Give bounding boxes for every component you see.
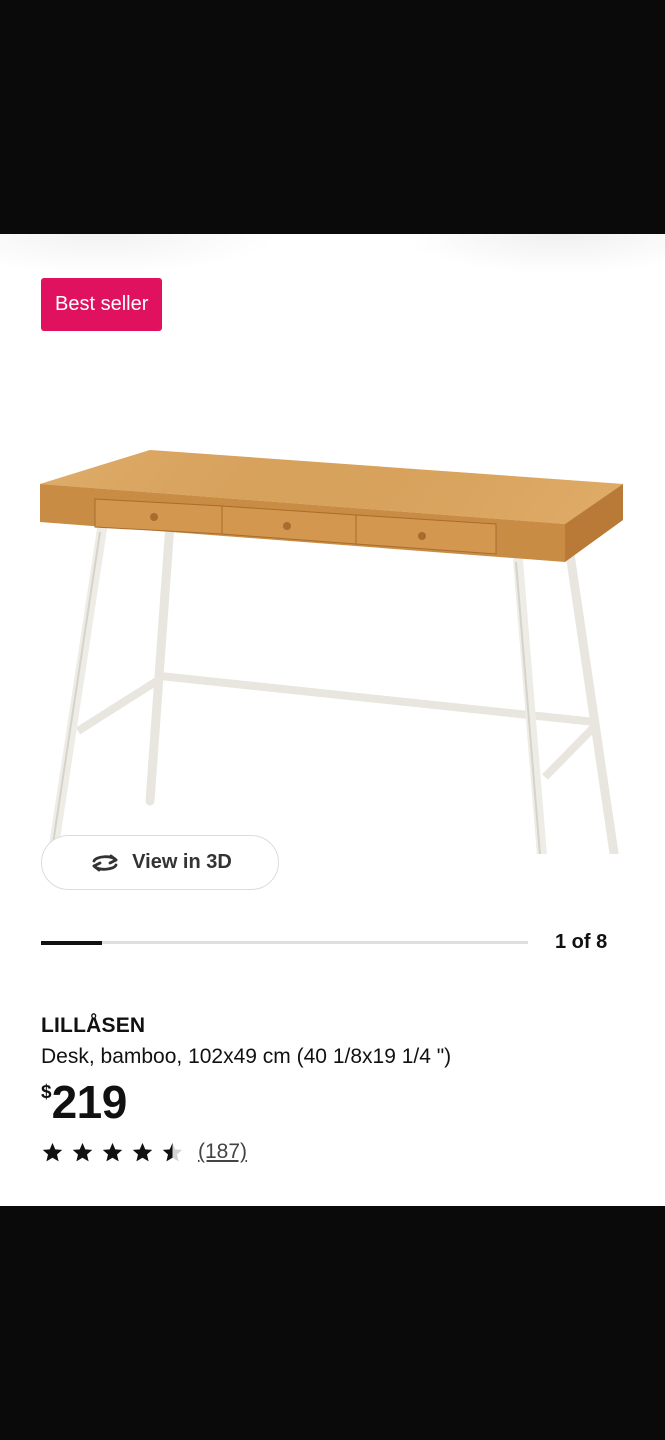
star-full-icon bbox=[132, 1142, 153, 1162]
star-half-icon bbox=[162, 1142, 183, 1162]
star-full-icon bbox=[42, 1142, 63, 1162]
bottom-backdrop bbox=[0, 1206, 665, 1440]
rotate-icon bbox=[92, 854, 118, 871]
gallery-page-indicator: 1 of 8 bbox=[555, 931, 608, 953]
review-count-link[interactable]: (187) bbox=[198, 1140, 247, 1164]
price-amount: 219 bbox=[51, 1076, 128, 1128]
view-in-3d-button[interactable]: View in 3D bbox=[41, 835, 279, 890]
product-price: $ 219 bbox=[41, 1076, 127, 1128]
product-rating[interactable]: (187) bbox=[41, 1140, 247, 1164]
star-full-icon bbox=[102, 1142, 123, 1162]
product-card: Best seller View in 3D 1 of 8 LILLÅSEN D… bbox=[0, 234, 665, 1206]
view-in-3d-label: View in 3D bbox=[132, 851, 232, 873]
gallery-progress-fill bbox=[41, 940, 102, 945]
product-description: Desk, bamboo, 102x49 cm (40 1/8x19 1/4 "… bbox=[41, 1045, 452, 1068]
product-image[interactable] bbox=[30, 334, 640, 854]
star-rating bbox=[41, 1141, 184, 1163]
top-backdrop bbox=[0, 0, 665, 234]
price-currency: $ bbox=[41, 1082, 52, 1103]
star-full-icon bbox=[72, 1142, 93, 1162]
gallery-progress bbox=[41, 940, 528, 945]
product-name: LILLÅSEN bbox=[41, 1014, 146, 1037]
best-seller-badge: Best seller bbox=[41, 278, 163, 331]
